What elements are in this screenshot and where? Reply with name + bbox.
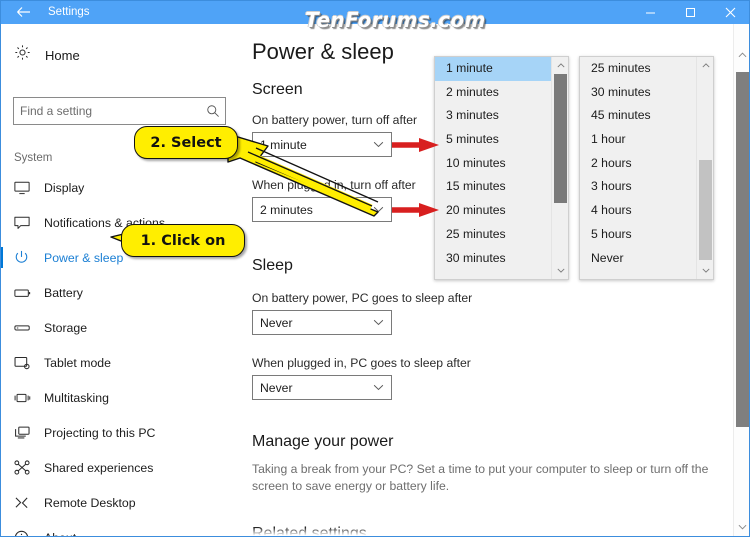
dropdown-scroll-thumb[interactable] bbox=[699, 160, 712, 260]
page-scrollbar-thumb[interactable] bbox=[736, 72, 749, 427]
dropdown-option[interactable]: 2 hours bbox=[580, 152, 696, 176]
screen-battery-label: On battery power, turn off after bbox=[252, 113, 418, 127]
chevron-down-icon bbox=[365, 384, 391, 391]
sidebar-item-about[interactable]: About bbox=[0, 520, 238, 537]
dropdown-option[interactable]: 15 minutes bbox=[435, 175, 551, 199]
dropdown-option[interactable]: 2 minutes bbox=[435, 81, 551, 105]
sidebar-item-storage[interactable]: Storage bbox=[0, 310, 238, 345]
dropdown-option[interactable]: 30 minutes bbox=[580, 81, 696, 105]
remote-desktop-icon bbox=[14, 496, 36, 510]
dropdown-option[interactable]: 1 hour bbox=[580, 128, 696, 152]
gear-icon bbox=[14, 44, 31, 66]
drive-icon bbox=[14, 323, 36, 333]
settings-window: Settings TenForums.com Home Find a setti… bbox=[0, 0, 750, 537]
dropdown-options: 25 minutes 30 minutes 45 minutes 1 hour … bbox=[580, 57, 696, 279]
sidebar-item-display[interactable]: Display bbox=[0, 170, 238, 205]
window-title: Settings bbox=[48, 6, 90, 18]
sidebar-item-label: Multitasking bbox=[44, 390, 109, 405]
sidebar-item-label: Display bbox=[44, 180, 85, 195]
dropdown-option[interactable]: 10 minutes bbox=[435, 152, 551, 176]
sidebar-item-label: Projecting to this PC bbox=[44, 425, 156, 440]
sleep-plugged-dropdown[interactable]: Never bbox=[252, 375, 392, 400]
sidebar-item-battery[interactable]: Battery bbox=[0, 275, 238, 310]
scroll-up-icon[interactable] bbox=[734, 46, 750, 63]
page-title: Power & sleep bbox=[252, 39, 394, 64]
dropdown-option[interactable]: 25 minutes bbox=[435, 223, 551, 247]
sleep-section-heading: Sleep bbox=[252, 257, 293, 274]
home-label: Home bbox=[45, 47, 80, 63]
manage-power-description: Taking a break from your PC? Set a time … bbox=[252, 462, 709, 493]
dropdown-option[interactable]: 30 minutes bbox=[435, 247, 551, 271]
dropdown-option[interactable]: Never bbox=[580, 247, 696, 271]
dropdown-scrollbar[interactable] bbox=[551, 57, 568, 279]
power-icon bbox=[14, 250, 36, 265]
dropdown-option[interactable]: 5 hours bbox=[580, 223, 696, 247]
sleep-battery-value: Never bbox=[260, 315, 293, 330]
sidebar: Home System Display bbox=[0, 24, 238, 537]
info-icon bbox=[14, 530, 36, 537]
search-icon[interactable] bbox=[201, 104, 225, 118]
dropdown-option[interactable]: 45 minutes bbox=[580, 104, 696, 128]
dropdown-scrollbar[interactable] bbox=[696, 57, 713, 279]
manage-power-heading: Manage your power bbox=[252, 433, 394, 450]
sleep-battery-dropdown[interactable]: Never bbox=[252, 310, 392, 335]
callout-step-2: 2. Select bbox=[134, 126, 238, 159]
dropdown-option[interactable]: 25 minutes bbox=[580, 57, 696, 81]
sidebar-item-shared-experiences[interactable]: Shared experiences bbox=[0, 450, 238, 485]
close-button[interactable] bbox=[710, 0, 750, 24]
sidebar-item-multitasking[interactable]: Multitasking bbox=[0, 380, 238, 415]
share-icon bbox=[14, 460, 36, 475]
search-input[interactable] bbox=[14, 99, 201, 123]
page-scrollbar[interactable] bbox=[733, 24, 750, 537]
minimize-button[interactable] bbox=[630, 0, 670, 24]
window-controls bbox=[630, 0, 750, 24]
maximize-button[interactable] bbox=[670, 0, 710, 24]
scroll-down-icon[interactable] bbox=[734, 518, 750, 535]
dropdown-scroll-thumb[interactable] bbox=[554, 74, 567, 203]
dropdown-option[interactable]: 20 minutes bbox=[435, 199, 551, 223]
sidebar-item-label: About bbox=[44, 531, 76, 537]
sidebar-item-label: Shared experiences bbox=[44, 460, 154, 475]
chevron-down-icon[interactable] bbox=[697, 262, 714, 279]
chevron-down-icon bbox=[365, 319, 391, 326]
watermark: TenForums.com bbox=[305, 8, 486, 32]
tablet-icon bbox=[14, 356, 36, 370]
sidebar-item-tablet-mode[interactable]: Tablet mode bbox=[0, 345, 238, 380]
callout-2-tail bbox=[226, 128, 406, 223]
sleep-plugged-value: Never bbox=[260, 380, 293, 395]
back-arrow-icon[interactable] bbox=[6, 2, 40, 22]
speech-bubble-icon bbox=[14, 216, 36, 230]
screen-battery-dropdown-list[interactable]: 1 minute 2 minutes 3 minutes 5 minutes 1… bbox=[434, 56, 569, 280]
sidebar-item-label: Tablet mode bbox=[44, 355, 111, 370]
chevron-up-icon[interactable] bbox=[697, 57, 714, 74]
sidebar-item-label: Storage bbox=[44, 320, 88, 335]
project-icon bbox=[14, 426, 36, 440]
screen-plugged-dropdown-list[interactable]: 25 minutes 30 minutes 45 minutes 1 hour … bbox=[579, 56, 714, 280]
dropdown-option[interactable]: 4 hours bbox=[580, 199, 696, 223]
search-box[interactable] bbox=[13, 97, 226, 125]
dropdown-options: 1 minute 2 minutes 3 minutes 5 minutes 1… bbox=[435, 57, 551, 279]
sleep-plugged-label: When plugged in, PC goes to sleep after bbox=[252, 356, 471, 370]
battery-icon bbox=[14, 287, 36, 299]
related-settings-heading: Related settings bbox=[252, 525, 367, 537]
sidebar-item-label: Battery bbox=[44, 285, 83, 300]
callout-step-1: 1. Click on bbox=[121, 224, 245, 257]
dropdown-option[interactable]: 3 minutes bbox=[435, 104, 551, 128]
monitor-icon bbox=[14, 181, 36, 195]
dropdown-option[interactable]: 3 hours bbox=[580, 175, 696, 199]
dropdown-option[interactable]: 5 minutes bbox=[435, 128, 551, 152]
screen-section-heading: Screen bbox=[252, 81, 303, 98]
dropdown-option[interactable]: 1 minute bbox=[435, 57, 551, 81]
multitask-icon bbox=[14, 392, 36, 404]
sidebar-item-home[interactable]: Home bbox=[14, 43, 80, 67]
chevron-up-icon[interactable] bbox=[552, 57, 569, 74]
sidebar-item-projecting[interactable]: Projecting to this PC bbox=[0, 415, 238, 450]
sidebar-item-label: Remote Desktop bbox=[44, 495, 136, 510]
sidebar-group-label: System bbox=[14, 152, 53, 164]
sidebar-item-remote-desktop[interactable]: Remote Desktop bbox=[0, 485, 238, 520]
chevron-down-icon[interactable] bbox=[552, 262, 569, 279]
sleep-battery-label: On battery power, PC goes to sleep after bbox=[252, 291, 473, 305]
